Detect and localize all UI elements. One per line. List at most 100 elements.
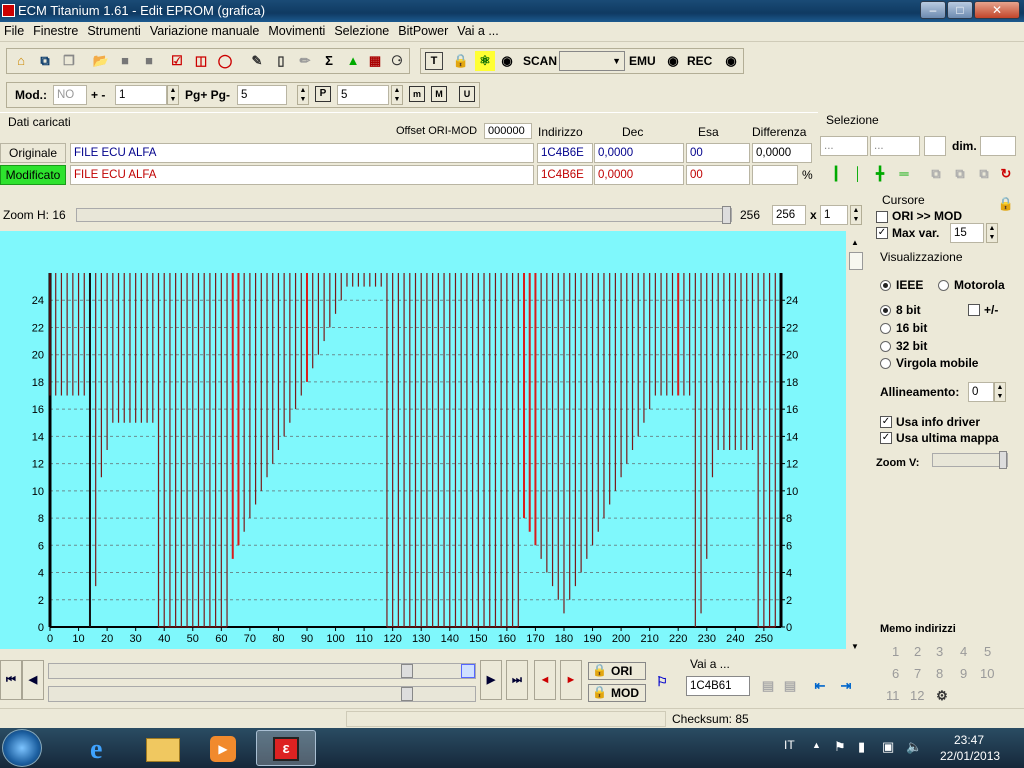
memo-save-icon[interactable]: ⚙ [932,686,952,706]
rec-dot-icon[interactable]: ◉ [721,51,741,71]
menu-bitpower[interactable]: BitPower [394,22,453,38]
zoom-value-b[interactable]: 256 [772,205,806,225]
max-var-checkbox[interactable]: ✓ [876,227,888,239]
checklist-icon[interactable]: ☑ [167,51,187,71]
usa-ultima-mappa-checkbox[interactable]: ✓ [880,432,892,444]
dim-field[interactable] [980,136,1016,156]
p-input[interactable]: 5 [337,85,389,105]
bit16-radio[interactable] [880,323,891,334]
step-spinner[interactable]: ▲ ▼ [167,85,179,105]
selezione-end[interactable]: ... [870,136,920,156]
copy-icon[interactable]: ❐ [59,51,79,71]
memo-8[interactable]: 8 [936,666,943,681]
select-start-icon[interactable]: ┃ [826,164,846,184]
allineamento-input[interactable]: 0 [968,382,994,402]
paste-sel-icon[interactable]: ⧉ [950,164,970,184]
ieee-radio[interactable] [880,280,891,291]
zoom-h-thumb[interactable] [722,206,731,224]
counter-icon[interactable]: ◯ [215,51,235,71]
clock-time[interactable]: 23:47 [954,733,984,747]
clock-date[interactable]: 22/01/2013 [940,749,1000,763]
grid-chart-icon[interactable]: ▦ [365,51,385,71]
open-folder-icon[interactable]: 📂 [91,51,111,71]
edit-icon[interactable]: ✏ [295,51,315,71]
step-input[interactable]: 1 [115,85,167,105]
move-sel-icon[interactable]: ⧉ [974,164,994,184]
h-scroll-bottom-thumb[interactable] [401,687,413,701]
mem-left-icon[interactable]: ⇤ [810,676,830,696]
chart-vscroll[interactable]: ▲ ▼ [848,236,864,656]
next-diff-icon[interactable]: ► [560,660,582,700]
h-scroll-top[interactable] [48,663,476,679]
prev-page-icon[interactable]: ◀ [22,660,44,700]
m-large-icon[interactable]: M [431,86,447,102]
save-icon[interactable]: ■ [115,51,135,71]
virgola-radio[interactable] [880,358,891,369]
h-scroll-bottom[interactable] [48,686,476,702]
text-icon[interactable]: T [425,52,443,70]
memo-7[interactable]: 7 [914,666,921,681]
lock-icon[interactable]: 🔒 [996,194,1016,214]
plusminus-checkbox[interactable] [968,304,980,316]
first-page-icon[interactable]: ⏮ [0,660,22,700]
zoom-spinner[interactable]: ▲ ▼ [850,205,862,225]
prev-diff-icon[interactable]: ◄ [534,660,556,700]
sum-icon[interactable]: Σ [319,51,339,71]
calendar-icon[interactable]: ◫ [191,51,211,71]
maximize-button[interactable]: □ [947,1,973,19]
tray-expand-icon[interactable]: ▲ [812,740,821,750]
action-center-icon[interactable]: ⚑ [834,739,846,755]
menu-finestre[interactable]: Finestre [29,22,83,38]
scroll-thumb[interactable] [849,252,863,270]
close-button[interactable]: ✕ [974,1,1020,19]
menu-variazione-manuale[interactable]: Variazione manuale [146,22,265,38]
memo-9[interactable]: 9 [960,666,967,681]
start-button-icon[interactable] [2,729,42,767]
h-scroll-top-right[interactable] [461,664,475,678]
lock-icon[interactable]: 🔒 [451,51,471,71]
vai-a-input[interactable]: 1C4B61 [686,676,750,696]
compare-flag-icon[interactable]: ⚐ [652,672,672,692]
explorer-folder-icon[interactable] [136,730,192,766]
select-all-icon[interactable]: ═ [894,164,914,184]
memo-5[interactable]: 5 [984,644,991,659]
menu-selezione[interactable]: Selezione [330,22,394,38]
emu-dot-icon[interactable]: ◉ [663,51,683,71]
volume-icon[interactable]: 🔈 [906,739,922,755]
home-icon[interactable]: ⌂ [11,51,31,71]
copy-sel-icon[interactable]: ⧉ [926,164,946,184]
memo-4[interactable]: 4 [960,644,967,659]
usa-info-driver-checkbox[interactable]: ✓ [880,416,892,428]
zoom-v-thumb[interactable] [999,451,1007,469]
pg-spinner[interactable]: ▲ ▼ [297,85,309,105]
select-range-icon[interactable]: │ [848,164,868,184]
mem-right-icon[interactable]: ⇥ [836,676,856,696]
shapes-icon[interactable]: ▲ [343,51,363,71]
selezione-extra[interactable] [924,136,946,156]
internet-explorer-icon[interactable]: e [76,730,132,766]
selezione-start[interactable]: ... [820,136,868,156]
zoom-v-slider[interactable] [932,451,1008,469]
goto-start-icon[interactable]: ▤ [758,676,778,696]
memo-2[interactable]: 2 [914,644,921,659]
memo-10[interactable]: 10 [980,666,994,681]
memo-1[interactable]: 1 [892,644,899,659]
ecm-titanium-task-icon[interactable]: ε [256,730,316,766]
zoom-value-c[interactable]: 1 [820,205,848,225]
save-as-icon[interactable]: ■ [139,51,159,71]
menu-file[interactable]: File [0,22,29,38]
offset-field[interactable]: 000000 [484,123,532,139]
scan-device-select[interactable]: ▼ [559,51,625,71]
memo-12[interactable]: 12 [910,688,924,703]
media-player-icon[interactable]: ▶ [196,730,252,766]
notes-icon[interactable]: ✎ [247,51,267,71]
scroll-up-icon[interactable]: ▲ [851,238,859,247]
p-spinner[interactable]: ▲ ▼ [391,85,403,105]
bit32-radio[interactable] [880,341,891,352]
language-indicator[interactable]: IT [784,738,795,752]
menu-vai-a[interactable]: Vai a ... [453,22,503,38]
menu-movimenti[interactable]: Movimenti [264,22,330,38]
record-dot-icon[interactable]: ◉ [497,51,517,71]
zoom-h-slider[interactable] [76,206,732,224]
pg-input[interactable]: 5 [237,85,287,105]
